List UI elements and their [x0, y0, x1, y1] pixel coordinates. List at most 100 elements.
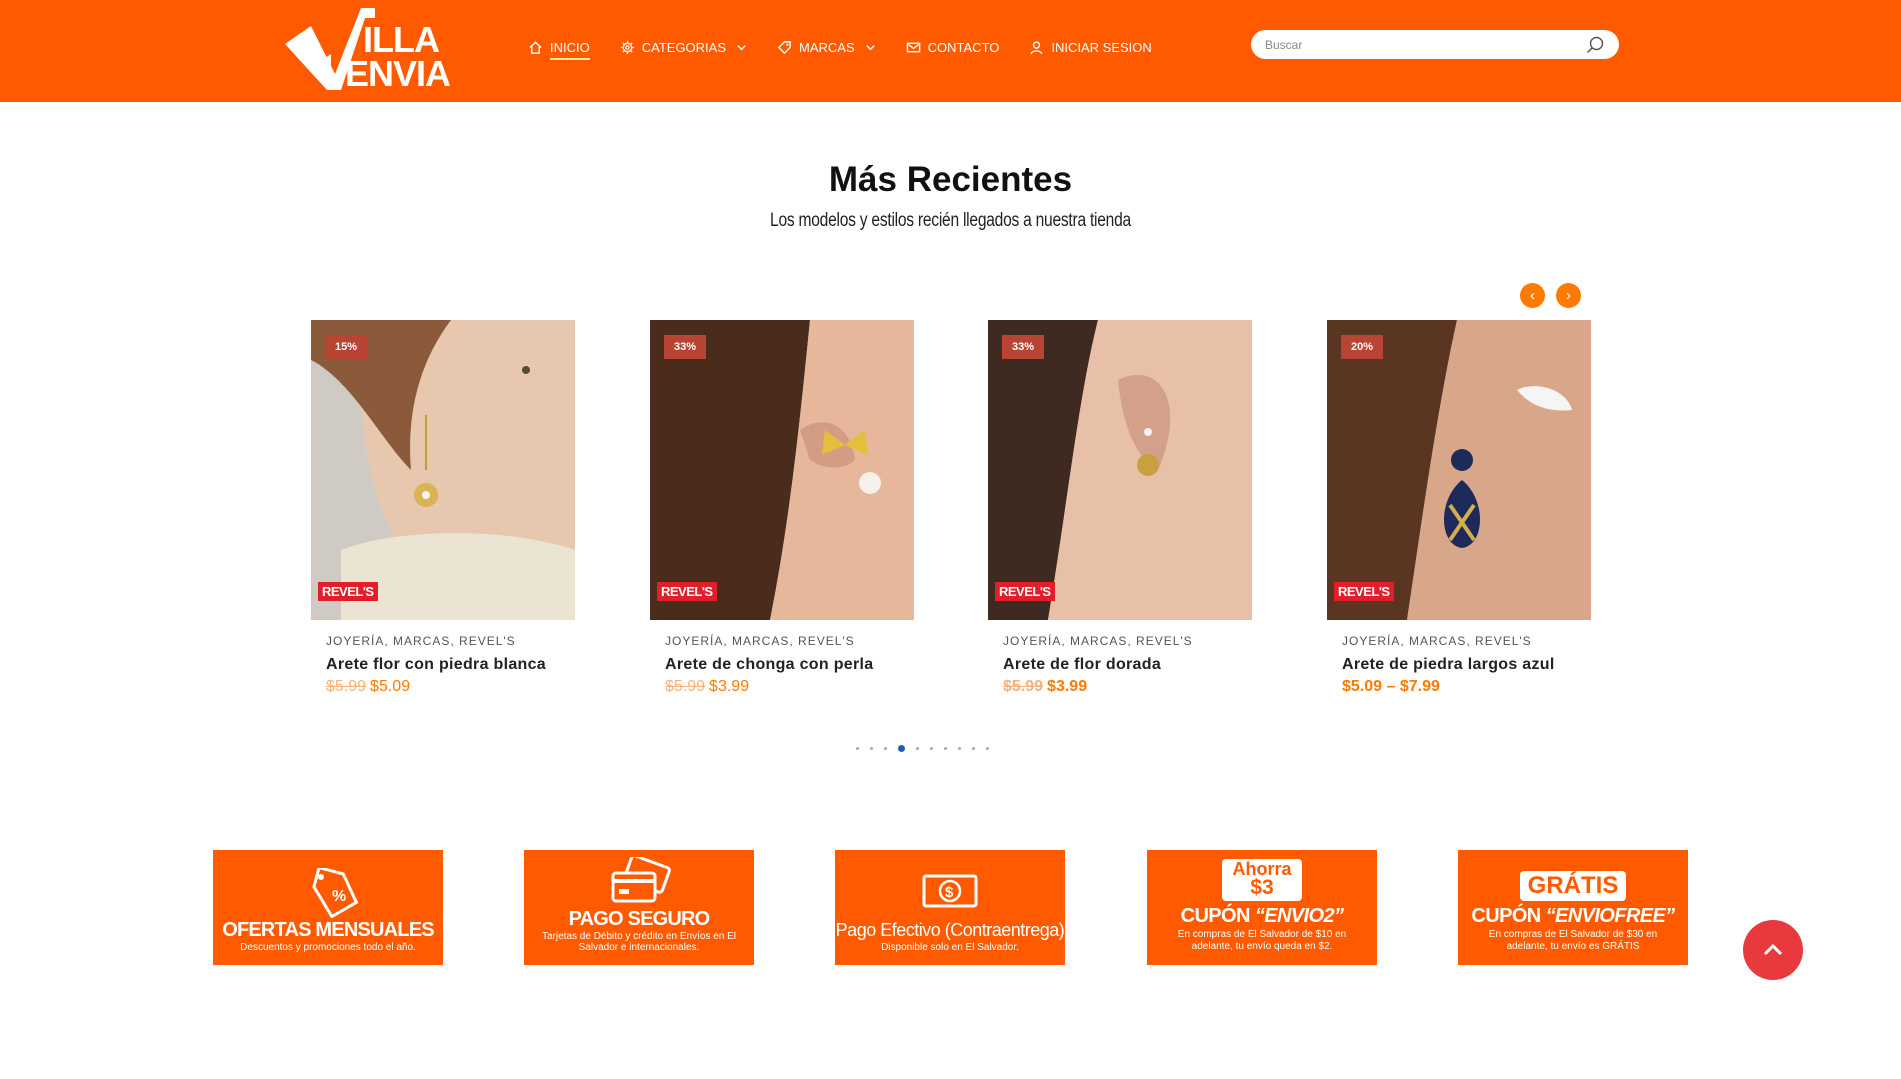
svg-text:ENVIA: ENVIA — [345, 53, 451, 94]
chevron-down-icon — [865, 42, 876, 53]
discount-tag-icon: % — [312, 868, 359, 918]
banner-title: PAGO SEGURO — [568, 908, 711, 930]
logo-graphic: ILLA ENVIA — [285, 8, 452, 94]
product-categories[interactable]: JOYERÍA, MARCAS, REVEL'S — [326, 634, 575, 648]
discount-badge: 20% — [1341, 335, 1384, 359]
chevron-down-icon — [736, 42, 747, 53]
product-photo — [1327, 320, 1591, 620]
nav-item-iniciar-sesion[interactable]: INICIAR SESION — [1029, 39, 1152, 55]
nav-label: INICIAR SESION — [1051, 39, 1152, 55]
product-categories[interactable]: JOYERÍA, MARCAS, REVEL'S — [1003, 634, 1252, 648]
product-card[interactable]: 33% REVEL'S JOYERÍA, MARCAS, REVEL'S Are… — [988, 320, 1252, 696]
back-to-top-button[interactable] — [1743, 920, 1803, 980]
carousel-dot[interactable] — [958, 747, 961, 750]
product-categories[interactable]: JOYERÍA, MARCAS, REVEL'S — [665, 634, 914, 648]
svg-text:$: $ — [945, 884, 954, 901]
product-price: $5.99 $3.99 — [665, 678, 914, 696]
product-price: $5.09 – $7.99 — [1342, 678, 1591, 696]
chevron-up-icon — [1763, 943, 1783, 956]
coupon-title: CUPÓN “ENVIOFREE” — [1471, 905, 1676, 927]
banner-ofertas[interactable]: % OFERTAS MENSUALES Descuentos y promoci… — [213, 850, 443, 965]
coupon-prefix: CUPÓN — [1471, 905, 1541, 927]
product-photo — [988, 320, 1252, 620]
coupon-prefix: CUPÓN — [1180, 905, 1251, 927]
carousel-dot-active[interactable] — [898, 745, 905, 752]
site-header: ILLA ENVIA INICIO CATEGORIAS MARCAS CONT… — [0, 0, 1901, 102]
nav-label: INICIO — [550, 40, 590, 60]
product-name[interactable]: Arete de flor dorada — [1003, 656, 1233, 673]
nav-item-contacto[interactable]: CONTACTO — [906, 40, 999, 55]
carousel-arrows: ‹ › — [1520, 283, 1581, 308]
product-price: $5.99 $5.09 — [326, 678, 575, 696]
carousel-dot[interactable] — [856, 747, 859, 750]
mail-icon — [906, 40, 921, 55]
product-price: $5.99 $3.99 — [1003, 678, 1252, 696]
product-image[interactable]: 20% REVEL'S — [1327, 320, 1591, 620]
product-photo — [650, 320, 914, 620]
carousel-dot[interactable] — [916, 747, 919, 750]
product-card[interactable]: 33% REVEL'S JOYERÍA, MARCAS, REVEL'S Are… — [650, 320, 914, 696]
nav-item-inicio[interactable]: INICIO — [528, 35, 590, 60]
banner-subtitle: En compras de El Salvador de $30 en adel… — [1488, 929, 1658, 952]
cash-icon: $ — [922, 874, 978, 908]
site-logo[interactable]: ILLA ENVIA — [283, 4, 473, 96]
old-price: $5.99 — [665, 678, 706, 695]
coupon-amount: $3 — [1250, 876, 1274, 899]
nav-label: CATEGORIAS — [641, 39, 727, 55]
coupon-amount: GRÁTIS — [1527, 872, 1619, 899]
search-input[interactable] — [1265, 37, 1585, 52]
nav-item-marcas[interactable]: MARCAS — [777, 40, 876, 55]
coupon-code: “ENVIO2” — [1254, 905, 1344, 927]
banner-title: Pago Efectivo (Contraentrega) — [835, 920, 1065, 940]
carousel-dot[interactable] — [972, 747, 975, 750]
carousel-dot[interactable] — [930, 747, 933, 750]
search-bar — [1251, 30, 1619, 59]
banner-title: OFERTAS MENSUALES — [222, 919, 434, 941]
carousel-prev-button[interactable]: ‹ — [1520, 283, 1545, 308]
product-name[interactable]: Arete de piedra largos azul — [1342, 656, 1572, 673]
banner-cupon-enviofree[interactable]: GRÁTIS CUPÓN “ENVIOFREE” En compras de E… — [1458, 850, 1688, 965]
current-price: $3.99 — [1047, 678, 1088, 695]
old-price: $5.99 — [1003, 678, 1044, 695]
current-price: $3.99 — [709, 678, 750, 695]
product-photo — [311, 320, 575, 620]
discount-badge: 33% — [1002, 335, 1045, 359]
carousel-dot[interactable] — [986, 747, 989, 750]
brand-label: REVEL'S — [1334, 582, 1394, 601]
home-icon — [528, 40, 543, 55]
tag-icon — [777, 40, 792, 55]
main-nav: INICIO CATEGORIAS MARCAS CONTACTO INICIA… — [528, 0, 1182, 94]
current-price: $5.09 — [370, 678, 411, 695]
current-price: $5.09 – $7.99 — [1342, 678, 1440, 695]
nav-item-categorias[interactable]: CATEGORIAS — [620, 40, 747, 55]
coupon-code: “ENVIOFREE” — [1545, 905, 1676, 927]
banner-pago-efectivo[interactable]: $ Pago Efectivo (Contraentrega) Disponib… — [835, 850, 1065, 965]
product-name[interactable]: Arete flor con piedra blanca — [326, 656, 556, 673]
product-card[interactable]: 15% REVEL'S JOYERÍA, MARCAS, REVEL'S Are… — [311, 320, 575, 696]
product-image[interactable]: 15% REVEL'S — [311, 320, 575, 620]
coupon-amount-pill: Ahorra $3 — [1222, 859, 1302, 901]
coupon-title: CUPÓN “ENVIO2” — [1181, 906, 1344, 926]
user-icon — [1029, 40, 1044, 55]
section-subtitle: Los modelos y estilos recién llegados a … — [770, 210, 1131, 231]
product-card[interactable]: 20% REVEL'S JOYERÍA, MARCAS, REVEL'S Are… — [1327, 320, 1591, 696]
credit-card-icon — [611, 857, 671, 903]
gear-icon — [620, 40, 635, 55]
search-icon[interactable] — [1585, 35, 1605, 55]
nav-label: MARCAS — [799, 39, 855, 55]
product-categories[interactable]: JOYERÍA, MARCAS, REVEL'S — [1342, 634, 1591, 648]
coupon-save-label: Ahorra — [1232, 859, 1292, 879]
product-name[interactable]: Arete de chonga con perla — [665, 656, 895, 673]
product-image[interactable]: 33% REVEL'S — [650, 320, 914, 620]
banner-cupon-envio2[interactable]: Ahorra $3 CUPÓN “ENVIO2” En compras de E… — [1147, 850, 1377, 965]
product-image[interactable]: 33% REVEL'S — [988, 320, 1252, 620]
carousel-pagination — [856, 745, 989, 752]
carousel-dot[interactable] — [944, 747, 947, 750]
carousel-next-button[interactable]: › — [1556, 283, 1581, 308]
carousel-dot[interactable] — [884, 747, 887, 750]
banner-subtitle: Descuentos y promociones todo el año. — [240, 942, 416, 953]
brand-label: REVEL'S — [657, 582, 717, 601]
banner-pago-seguro[interactable]: PAGO SEGURO Tarjetas de Débito y crédito… — [524, 850, 754, 965]
carousel-dot[interactable] — [870, 747, 873, 750]
banner-subtitle: Tarjetas de Débito y crédito en Envíos e… — [542, 931, 736, 953]
